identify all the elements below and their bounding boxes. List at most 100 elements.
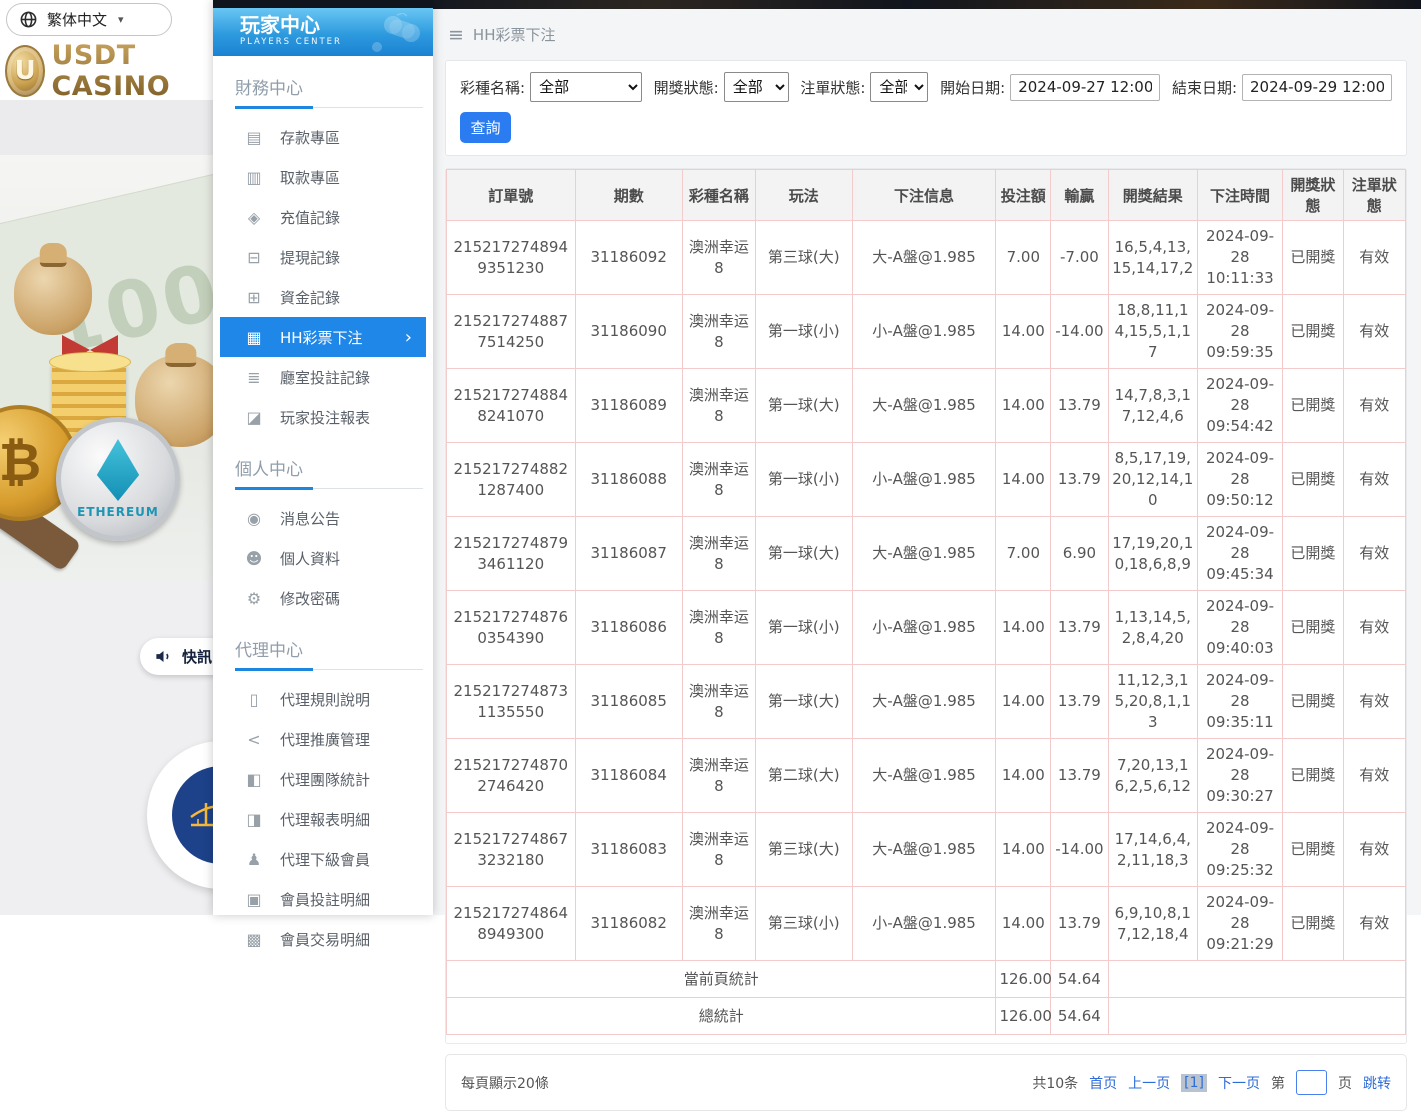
language-label: 繁体中文 <box>47 9 107 30</box>
table-body: 215217274894935123031186092澳洲幸运8第三球(大)大-… <box>447 221 1406 1035</box>
cell: 有效 <box>1343 443 1405 517</box>
summary-row: 總統計126.0054.64 <box>447 998 1406 1035</box>
sidebar-item-label: 代理推廣管理 <box>280 729 370 750</box>
summary-winloss-total: 54.64 <box>1051 998 1109 1035</box>
jump-link[interactable]: 跳转 <box>1363 1073 1391 1093</box>
cell: 已開獎 <box>1283 295 1343 369</box>
sidebar-item-funds-record[interactable]: ⊞資金記錄 <box>220 277 426 317</box>
prev-page-link[interactable]: 上一页 <box>1128 1073 1170 1093</box>
cell: 澳洲幸运8 <box>682 591 755 665</box>
cell: 澳洲幸运8 <box>682 739 755 813</box>
cell: 大-A盤@1.985 <box>852 739 996 813</box>
sidebar-item-recharge-record[interactable]: ◈充值記錄 <box>220 197 426 237</box>
hamburger-icon[interactable]: ≡ <box>448 24 464 46</box>
member-trade-detail-icon: ▩ <box>243 930 265 949</box>
cell: 13.79 <box>1051 739 1109 813</box>
summary-empty <box>1108 998 1405 1035</box>
cell: 已開獎 <box>1283 369 1343 443</box>
cell: 已開獎 <box>1283 591 1343 665</box>
sidebar-item-label: 存款專區 <box>280 127 340 148</box>
cell: 2152172748949351230 <box>447 221 576 295</box>
cell: 2024-09-28 09:59:35 <box>1197 295 1282 369</box>
table-row: 215217274870274642031186084澳洲幸运8第二球(大)大-… <box>447 739 1406 813</box>
cell: 31186089 <box>575 369 682 443</box>
cell: 2152172748673232180 <box>447 813 576 887</box>
background-band <box>0 100 213 155</box>
person-icon: ☻ <box>243 549 265 568</box>
main-content: ≡ HH彩票下注 彩種名稱: 全部 開獎狀態: 全部 注單狀態: 全部 開始日期… <box>433 0 1421 915</box>
sidebar-item-player-bet-report[interactable]: ◪玩家投注報表 <box>220 397 426 437</box>
cell: 2024-09-28 09:40:03 <box>1197 591 1282 665</box>
next-page-link[interactable]: 下一页 <box>1218 1073 1260 1093</box>
cell: 2024-09-28 09:25:32 <box>1197 813 1282 887</box>
cell: 2152172748793461120 <box>447 517 576 591</box>
promo-image: 100 ₿ ETHEREUM <box>0 155 213 580</box>
breadcrumb: ≡ HH彩票下注 <box>433 9 1421 60</box>
cell: -14.00 <box>1051 813 1109 887</box>
end-date-input[interactable] <box>1242 74 1392 101</box>
sidebar-item-label: 提現記錄 <box>280 247 340 268</box>
query-button[interactable]: 查詢 <box>460 112 511 143</box>
sidebar-header: 玩家中心 PLAYERS CENTER <box>213 8 433 56</box>
cell: 有效 <box>1343 517 1405 591</box>
cell: 第一球(小) <box>755 443 852 517</box>
left-background-panel: 繁体中文 ▾ U USDT CASINO 100 ₿ ETHEREUM 快訊: <box>0 0 213 915</box>
cell: 2152172748648949300 <box>447 887 576 961</box>
section-underline <box>235 106 423 109</box>
cell: 澳洲幸运8 <box>682 295 755 369</box>
sidebar-item-person[interactable]: ☻ 個人資料 <box>220 538 426 578</box>
cell: 8,5,17,19,20,12,14,10 <box>1108 443 1197 517</box>
summary-bet-total: 126.00 <box>996 998 1051 1035</box>
start-date-input[interactable] <box>1010 74 1160 101</box>
lottery-name-select[interactable]: 全部 <box>530 72 642 102</box>
language-selector[interactable]: 繁体中文 ▾ <box>6 3 172 36</box>
draw-status-select[interactable]: 全部 <box>724 72 789 102</box>
cell: 第一球(小) <box>755 295 852 369</box>
sidebar-item-cashout-record[interactable]: ⊟提現記錄 <box>220 237 426 277</box>
first-page-link[interactable]: 首页 <box>1089 1073 1117 1093</box>
cell: 31186088 <box>575 443 682 517</box>
sidebar-item-withdraw[interactable]: ▥取款專區 <box>220 157 426 197</box>
sidebar-item-lottery-bet[interactable]: ▦HH彩票下注› <box>220 317 426 357</box>
cell: 14.00 <box>996 369 1051 443</box>
cell: 澳洲幸运8 <box>682 665 755 739</box>
member-bet-detail-icon: ▣ <box>243 890 265 909</box>
sidebar-item-report-detail[interactable]: ◨代理報表明細 <box>220 799 426 839</box>
sidebar-item-bell[interactable]: ◉消息公告 <box>220 498 426 538</box>
sidebar-item-member-trade-detail[interactable]: ▩會員交易明細 <box>220 919 426 959</box>
section-title: 代理中心 <box>213 618 433 665</box>
table-row: 215217274884824107031186089澳洲幸运8第一球(大)大-… <box>447 369 1406 443</box>
coin-logo-icon: U <box>5 45 45 97</box>
cell: 2152172748821287400 <box>447 443 576 517</box>
ethereum-diamond-icon <box>95 439 141 501</box>
sidebar-item-deposit[interactable]: ▤存款專區 <box>220 117 426 157</box>
sidebar-item-hall-bet-record[interactable]: ≣廳室投註記錄 <box>220 357 426 397</box>
cell: 14.00 <box>996 813 1051 887</box>
cell: 14.00 <box>996 887 1051 961</box>
sidebar-top-strip <box>213 0 433 8</box>
sidebar-item-share[interactable]: <代理推廣管理 <box>220 719 426 759</box>
members-icon: ♟ <box>243 850 265 869</box>
cell: 澳洲幸运8 <box>682 813 755 887</box>
sidebar-item-members[interactable]: ♟代理下級會員 <box>220 839 426 879</box>
filter-panel: 彩種名稱: 全部 開獎狀態: 全部 注單狀態: 全部 開始日期: 結束日期: 查… <box>445 60 1407 156</box>
sidebar-item-label: 個人資料 <box>280 548 340 569</box>
sidebar-item-label: 取款專區 <box>280 167 340 188</box>
cell: 2024-09-28 09:50:12 <box>1197 443 1282 517</box>
section-title: 財務中心 <box>213 56 433 103</box>
sidebar-item-member-bet-detail[interactable]: ▣會員投註明細 <box>220 879 426 919</box>
cell: 大-A盤@1.985 <box>852 221 996 295</box>
sidebar-sections: 財務中心 ▤存款專區▥取款專區◈充值記錄⊟提現記錄⊞資金記錄▦HH彩票下注›≣廳室… <box>213 56 433 959</box>
sidebar-item-team-stats[interactable]: ◧代理團隊統計 <box>220 759 426 799</box>
cell: 13.79 <box>1051 887 1109 961</box>
cell: 2024-09-28 09:45:34 <box>1197 517 1282 591</box>
sidebar-item-gear[interactable]: ⚙修改密碼 <box>220 578 426 618</box>
cell: 14.00 <box>996 295 1051 369</box>
order-status-select[interactable]: 全部 <box>870 72 928 102</box>
cell: 17,19,20,10,18,6,8,9 <box>1108 517 1197 591</box>
sidebar-item-rules-doc[interactable]: ▯代理規則說明 <box>220 679 426 719</box>
cell: 大-A盤@1.985 <box>852 369 996 443</box>
start-date-label: 開始日期: <box>940 77 1005 98</box>
column-header: 下注信息 <box>852 170 996 221</box>
page-number-input[interactable] <box>1296 1070 1327 1095</box>
